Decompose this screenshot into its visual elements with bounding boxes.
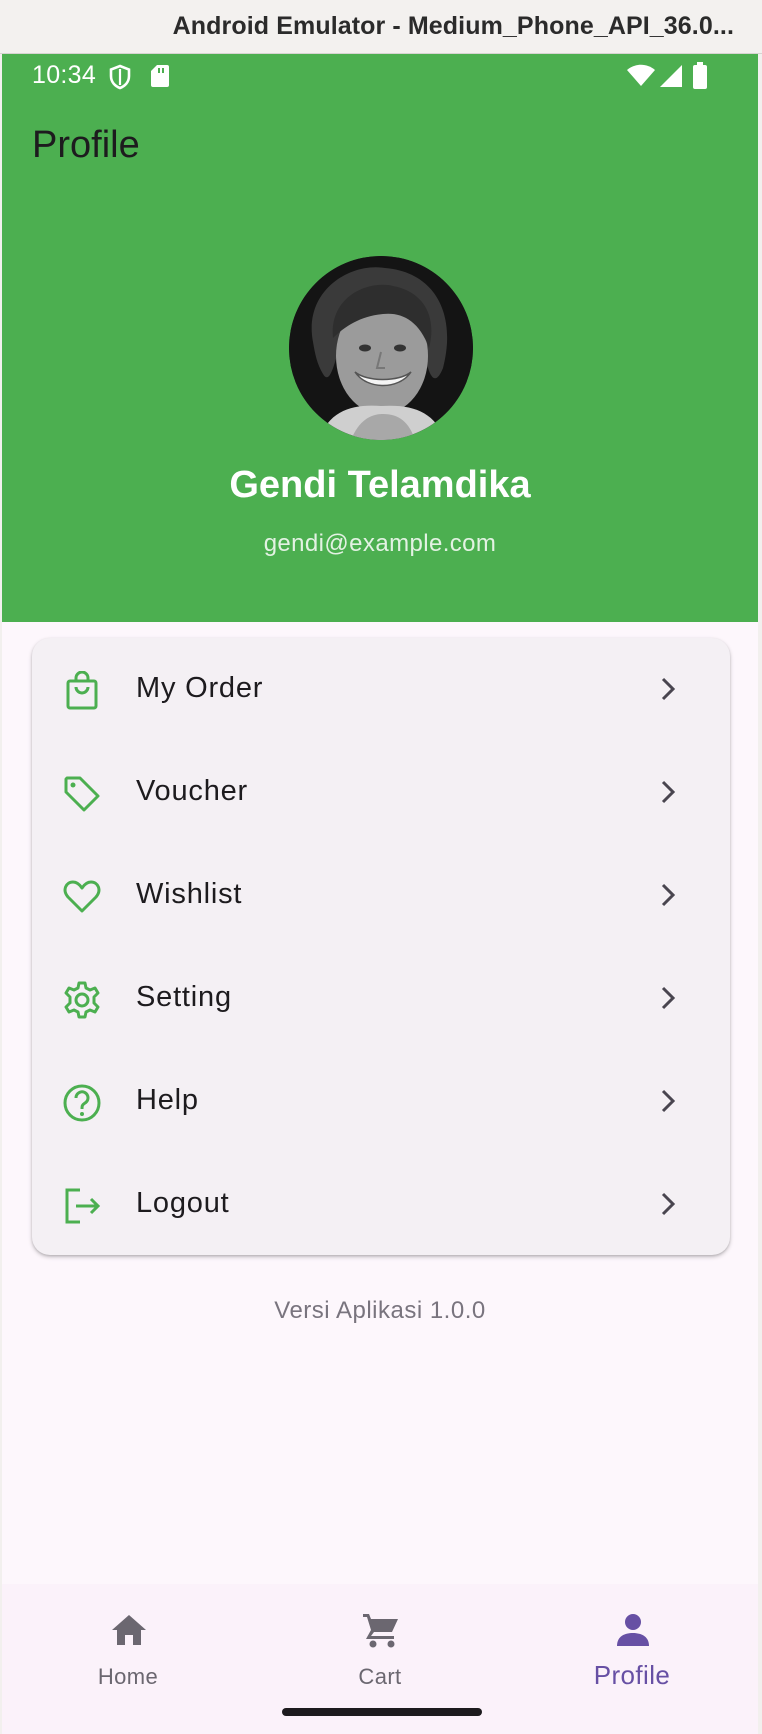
bottom-navigation: Home Cart Profile bbox=[2, 1584, 758, 1734]
menu-item-label: Logout bbox=[136, 1187, 230, 1219]
sd-card-icon bbox=[151, 65, 169, 87]
menu-item-help[interactable]: Help bbox=[32, 1050, 730, 1153]
profile-menu-card: My Order Voucher Wishlist Setting Help L… bbox=[32, 638, 730, 1255]
menu-item-logout[interactable]: Logout bbox=[32, 1153, 730, 1256]
app-version: Versi Aplikasi 1.0.0 bbox=[274, 1297, 486, 1324]
nav-label: Profile bbox=[593, 1660, 671, 1690]
menu-item-label: My Order bbox=[136, 672, 264, 704]
avatar bbox=[289, 256, 473, 440]
page-title: Profile bbox=[32, 124, 140, 166]
shopping-bag-icon bbox=[66, 671, 98, 710]
emulator-window: Android Emulator - Medium_Phone_API_36.0… bbox=[0, 0, 762, 1734]
menu-item-label: Wishlist bbox=[136, 878, 243, 910]
nav-item-cart[interactable]: Cart bbox=[254, 1584, 506, 1704]
home-icon bbox=[112, 1615, 146, 1645]
logout-icon bbox=[65, 1188, 101, 1224]
nav-item-home[interactable]: Home bbox=[2, 1584, 254, 1704]
window-title: Android Emulator - Medium_Phone_API_36.0… bbox=[172, 12, 734, 40]
chevron-right-icon bbox=[661, 677, 676, 701]
nav-item-profile[interactable]: Profile bbox=[506, 1584, 758, 1704]
menu-item-label: Voucher bbox=[136, 775, 249, 807]
chevron-right-icon bbox=[661, 883, 676, 907]
gesture-handle bbox=[282, 1708, 482, 1716]
cart-icon bbox=[363, 1614, 398, 1648]
nav-label: Home bbox=[97, 1664, 159, 1689]
status-time: 10:34 bbox=[32, 61, 97, 89]
profile-email: gendi@example.com bbox=[263, 530, 497, 557]
menu-item-label: Setting bbox=[136, 981, 232, 1013]
wifi-icon bbox=[627, 64, 655, 86]
nav-label: Cart bbox=[358, 1664, 402, 1689]
chevron-right-icon bbox=[661, 780, 676, 804]
status-bar: 10:34 bbox=[2, 54, 758, 98]
profile-header: 10:34 Profile Gendi Telamdika gendi@exam… bbox=[2, 54, 758, 622]
chevron-right-icon bbox=[661, 986, 676, 1010]
help-circle-icon bbox=[63, 1084, 101, 1122]
avatar-photo bbox=[289, 256, 473, 440]
gear-icon bbox=[64, 981, 100, 1019]
menu-item-wishlist[interactable]: Wishlist bbox=[32, 844, 730, 947]
tag-icon bbox=[64, 776, 100, 812]
chevron-right-icon bbox=[661, 1089, 676, 1113]
profile-name: Gendi Telamdika bbox=[229, 464, 531, 506]
window-titlebar: Android Emulator - Medium_Phone_API_36.0… bbox=[0, 0, 762, 54]
menu-item-voucher[interactable]: Voucher bbox=[32, 741, 730, 844]
menu-item-label: Help bbox=[136, 1084, 199, 1116]
signal-icon bbox=[660, 65, 682, 87]
menu-item-setting[interactable]: Setting bbox=[32, 947, 730, 1050]
battery-icon bbox=[693, 62, 707, 89]
phone-screen: 10:34 Profile Gendi Telamdika gendi@exam… bbox=[2, 54, 758, 1734]
chevron-right-icon bbox=[661, 1192, 676, 1216]
menu-item-my-order[interactable]: My Order bbox=[32, 638, 730, 741]
shield-icon bbox=[109, 64, 131, 90]
person-icon bbox=[617, 1614, 649, 1646]
heart-icon bbox=[63, 880, 101, 913]
